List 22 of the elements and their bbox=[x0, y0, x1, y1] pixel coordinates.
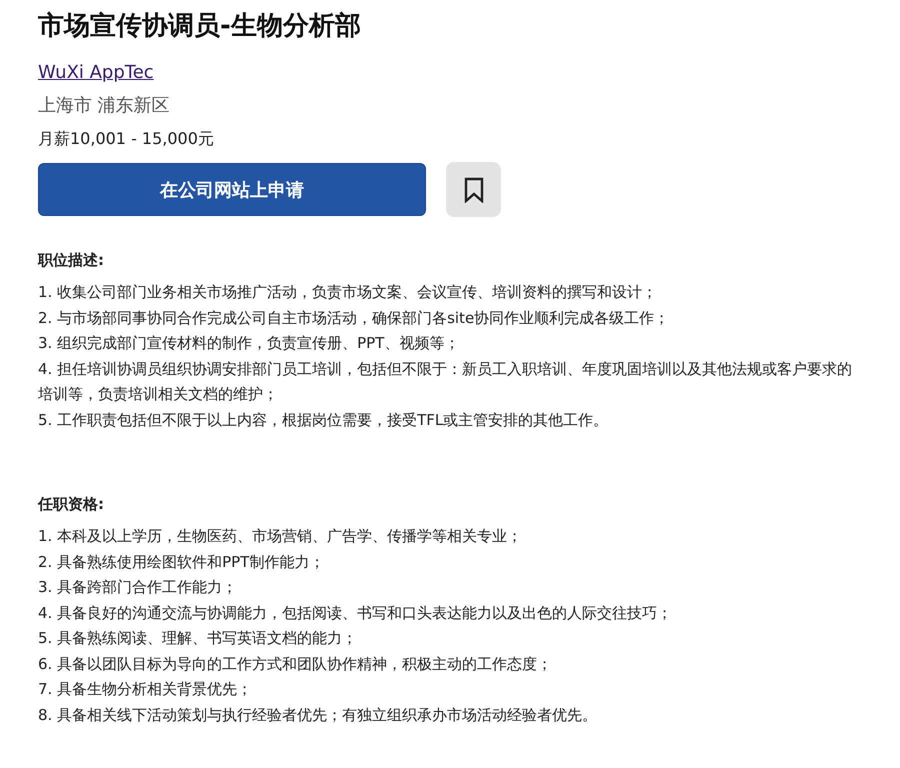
list-item: 2. 具备熟练使用绘图软件和PPT制作能力； bbox=[38, 552, 326, 572]
job-location: 上海市 浦东新区 bbox=[38, 94, 171, 117]
list-item: 5. 工作职责包括但不限于以上内容，根据岗位需要，接受TFL或主管安排的其他工作。 bbox=[38, 410, 610, 430]
list-item: 4. 担任培训协调员组织协调安排部门员工培训，包括但不限于：新员工入职培训、年度巩固培训以及其他法规或客户要求的培训等，负责培训相关文档的维护； bbox=[38, 358, 854, 405]
list-item: 3. 具备跨部门合作工作能力； bbox=[38, 577, 238, 598]
list-item: 5. 具备熟练阅读、理解、书写英语文档的能力； bbox=[38, 628, 358, 649]
salary-text: 月薪10,001 - 15,000元 bbox=[38, 129, 215, 150]
list-item: 1. 本科及以上学历，生物医药、市场营销、广告学、传播学等相关专业； bbox=[38, 526, 524, 547]
bookmark-button[interactable] bbox=[446, 162, 501, 217]
list-item: 6. 具备以团队目标为导向的工作方式和团队协作精神，积极主动的工作态度； bbox=[38, 654, 554, 674]
job-title: 市场宣传协调员-生物分析部 bbox=[38, 10, 362, 43]
list-item: 8. 具备相关线下活动策划与执行经验者优先；有独立组织承办市场活动经验者优先。 bbox=[38, 704, 598, 726]
apply-button[interactable]: 在公司网站上申请 bbox=[38, 163, 426, 216]
list-item: 7. 具备生物分析相关背景优先； bbox=[38, 679, 254, 700]
list-item: 3. 组织完成部门宣传材料的制作，负责宣传册、PPT、视频等； bbox=[38, 333, 460, 354]
list-item: 1. 收集公司部门业务相关市场推广活动，负责市场文案、会议宣传、培训资料的撰写和设计； bbox=[38, 282, 658, 303]
list-item: 2. 与市场部同事协同合作完成公司自主市场活动，确保部门各site协同作业顺利完成各级工作； bbox=[38, 308, 670, 328]
bookmark-icon bbox=[464, 176, 484, 202]
company-link[interactable]: WuXi AppTec bbox=[38, 62, 154, 83]
section-heading: 任职资格: bbox=[38, 495, 105, 514]
section-heading: 职位描述: bbox=[38, 251, 105, 270]
list-item: 4. 具备良好的沟通交流与协调能力，包括阅读、书写和口头表达能力以及出色的人际交往技巧； bbox=[38, 602, 674, 624]
